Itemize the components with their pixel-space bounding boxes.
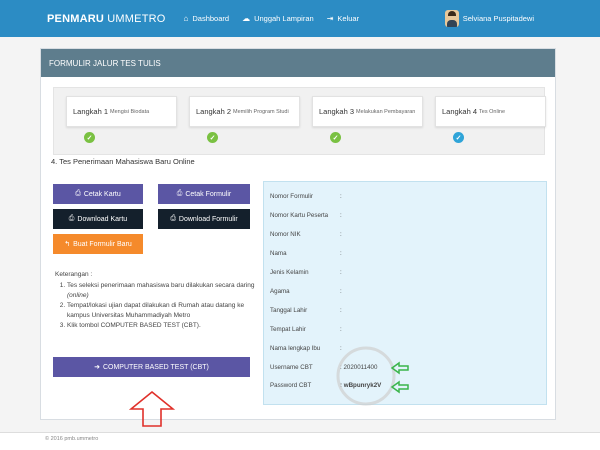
- list-item: Tempat/lokasi ujian dapat dilakukan di R…: [67, 301, 259, 321]
- red-arrow-icon: [129, 391, 175, 427]
- step-label: Langkah 4: [442, 107, 478, 116]
- print-icon: ⎙: [68, 215, 75, 222]
- keterangan-title: Keterangan :: [55, 271, 93, 278]
- nav-item-keluar[interactable]: ⇥ Keluar: [327, 14, 359, 23]
- nav-item-unggah-lampiran[interactable]: ☁ Unggah Lampiran: [242, 14, 314, 23]
- applicant-info-box: Nomor Formulir: Nomor Kartu Peserta: Nom…: [263, 181, 547, 406]
- button-label: Download Formulir: [178, 215, 238, 223]
- brand-thin: UMMETRO: [107, 12, 166, 25]
- reply-icon: ↰: [64, 241, 71, 248]
- print-icon: ⎙: [170, 215, 176, 222]
- step-desc: Memilih Program Studi: [233, 108, 289, 115]
- cetak-formulir-button[interactable]: ⎙ Cetak Formulir: [158, 184, 250, 204]
- magnifier-circle: [336, 346, 396, 406]
- cbt-button[interactable]: ➜ COMPUTER BASED TEST (CBT): [53, 357, 250, 377]
- download-kartu-button[interactable]: ⎙ Download Kartu: [53, 209, 143, 229]
- step-3[interactable]: Langkah 3 Melakukan Pembayaran ✓: [312, 96, 423, 143]
- brand-logo[interactable]: PENMARU UMMETRO: [47, 13, 166, 25]
- steps-container: Langkah 1 Mengisi Biodata ✓ Langkah 2 Me…: [53, 87, 546, 155]
- login-icon: ➜: [94, 364, 100, 371]
- button-label: Download Kartu: [77, 215, 128, 223]
- footer-copyright: © 2016 pmb.ummetro: [45, 436, 99, 442]
- panel-title: FORMULIR JALUR TES TULIS: [41, 49, 555, 77]
- list-item: Tes seleksi penerimaan mahasiswa baru di…: [67, 281, 259, 301]
- keterangan-list: Tes seleksi penerimaan mahasiswa baru di…: [59, 281, 259, 331]
- nav-item-label: Keluar: [337, 14, 360, 23]
- print-icon: ⎙: [176, 190, 183, 197]
- step-label: Langkah 3: [319, 107, 355, 116]
- nav-item-dashboard[interactable]: ⌂ Dashboard: [184, 14, 230, 23]
- step-4[interactable]: Langkah 4 Tes Online ✓: [435, 96, 546, 143]
- list-item: Klik tombol COMPUTER BASED TEST (CBT).: [67, 321, 259, 331]
- user-menu[interactable]: Selviana Puspitadewi: [444, 10, 534, 27]
- annotation-overlay: [336, 346, 409, 406]
- print-icon: ⎙: [75, 190, 81, 197]
- form-panel: FORMULIR JALUR TES TULIS Langkah 1 Mengi…: [40, 48, 556, 427]
- button-label: COMPUTER BASED TEST (CBT): [102, 363, 209, 371]
- step-label: Langkah 1: [73, 107, 109, 116]
- step-1[interactable]: Langkah 1 Mengisi Biodata ✓: [66, 96, 177, 143]
- button-label: Buat Formulir Baru: [73, 240, 132, 248]
- button-label: Cetak Formulir: [185, 190, 232, 198]
- nav-item-label: Unggah Lampiran: [254, 14, 314, 23]
- home-icon: ⌂: [183, 14, 189, 23]
- nav-item-label: Dashboard: [192, 14, 230, 23]
- step-desc: Melakukan Pembayaran: [356, 108, 416, 115]
- user-name: Selviana Puspitadewi: [462, 14, 534, 23]
- cetak-kartu-button[interactable]: ⎙ Cetak Kartu: [53, 184, 143, 204]
- logout-icon: ⇥: [326, 14, 334, 23]
- buat-formulir-baru-button[interactable]: ↰ Buat Formulir Baru: [53, 234, 143, 254]
- step-desc: Tes Online: [479, 108, 506, 115]
- step-label: Langkah 2: [196, 107, 232, 116]
- checkmark-icon: ✓: [453, 132, 464, 143]
- checkmark-icon: ✓: [330, 132, 341, 143]
- avatar: [444, 10, 459, 27]
- download-formulir-button[interactable]: ⎙ Download Formulir: [158, 209, 250, 229]
- step-desc: Mengisi Biodata: [110, 108, 150, 115]
- checkmark-icon: ✓: [207, 132, 218, 143]
- button-label: Cetak Kartu: [83, 190, 121, 198]
- upload-cloud-icon: ☁: [242, 14, 251, 23]
- checkmark-icon: ✓: [84, 132, 95, 143]
- top-navbar: PENMARU UMMETRO ⌂ Dashboard ☁ Unggah Lam…: [0, 0, 600, 37]
- step-2[interactable]: Langkah 2 Memilih Program Studi ✓: [189, 96, 300, 143]
- brand-bold: PENMARU: [47, 12, 105, 25]
- section-title: 4. Tes Penerimaan Mahasiswa Baru Online: [51, 157, 195, 166]
